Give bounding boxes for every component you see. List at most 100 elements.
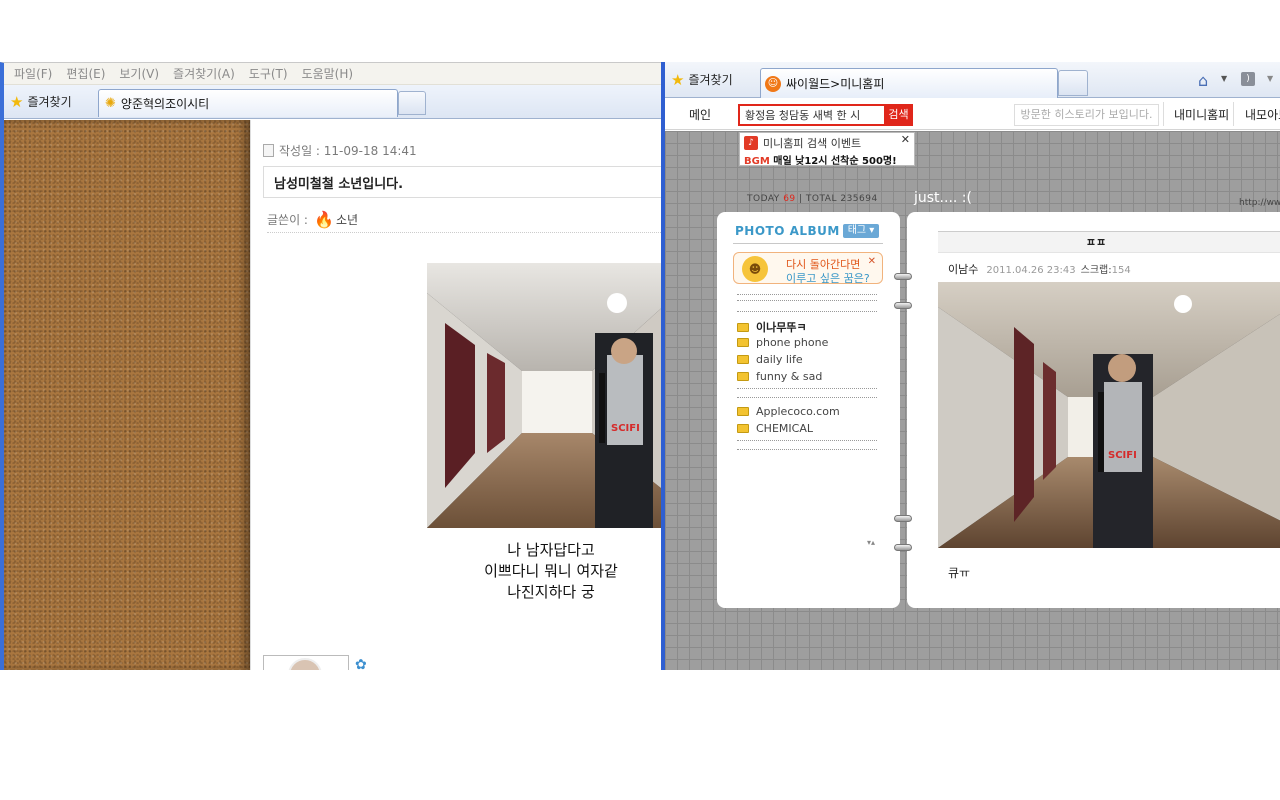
divider bbox=[737, 300, 877, 301]
nav-divider bbox=[1163, 102, 1164, 126]
tab-title: 양준혁의조이시티 bbox=[120, 97, 210, 111]
commenter-avatar-box[interactable] bbox=[263, 655, 349, 670]
menu-edit[interactable]: 편집(E) bbox=[66, 65, 105, 82]
folder-icon bbox=[737, 338, 749, 347]
total-count: 235694 bbox=[840, 194, 878, 204]
close-icon[interactable]: ✕ bbox=[868, 256, 876, 267]
tab-bar: ★ 즐겨찾기 ☺ 싸이월드>미니홈피 ⌂ ▼ ) ▼ bbox=[665, 62, 1280, 98]
folder-label: funny & sad bbox=[756, 370, 823, 383]
folder-label: daily life bbox=[756, 353, 803, 366]
nav-my-minihompy[interactable]: 내미니홈피 bbox=[1174, 106, 1229, 123]
flame-level-icon: 🔥 bbox=[313, 210, 334, 229]
favorites-button[interactable]: ★ 즐겨찾기 bbox=[665, 67, 739, 93]
photo-album-sidebar: PHOTO ALBUM 태그 ▾ ☻ 다시 돌아간다면 이루고 싶은 꿈은? ✕… bbox=[717, 212, 900, 608]
binder-ring bbox=[894, 273, 912, 280]
folder-icon bbox=[737, 407, 749, 416]
post-date: 2011.04.26 23:43 bbox=[986, 265, 1076, 276]
counter-separator: | bbox=[799, 194, 806, 204]
star-icon: ★ bbox=[671, 70, 685, 89]
tab-bar: ★ 즐겨찾기 ✺ 양준혁의조이시티 bbox=[4, 85, 663, 119]
cork-background bbox=[4, 120, 250, 670]
search-button[interactable]: 검색 bbox=[884, 104, 913, 126]
binder-ring bbox=[894, 515, 912, 522]
document-icon bbox=[263, 144, 274, 157]
post-author[interactable]: 이남수 bbox=[948, 261, 978, 277]
divider bbox=[737, 388, 877, 389]
tag-button[interactable]: 태그 ▾ bbox=[843, 224, 879, 238]
photo-post-panel: ㅍㅍ 이남수 2011.04.26 23:43 스크랩: 154 SCIFI 큐… bbox=[907, 212, 1280, 608]
new-tab-button[interactable] bbox=[398, 91, 426, 115]
event-title: ♪ 미니홈피 검색 이벤트 bbox=[744, 135, 910, 151]
folder-icon bbox=[737, 372, 749, 381]
nav-main-link[interactable]: 메인 bbox=[689, 106, 711, 123]
menu-tools[interactable]: 도구(T) bbox=[249, 65, 288, 82]
event-title-text: 미니홈피 검색 이벤트 bbox=[763, 137, 862, 150]
folder-item[interactable]: daily life bbox=[737, 353, 803, 366]
photo-post-title: ㅍㅍ bbox=[938, 231, 1280, 253]
folder-item[interactable]: CHEMICAL bbox=[737, 422, 813, 435]
nav-my-collection[interactable]: 내모아보 bbox=[1245, 106, 1280, 123]
search-event-popup[interactable]: ♪ 미니홈피 검색 이벤트 BGM 매일 낮12시 선착순 500명! ✕ bbox=[739, 132, 915, 167]
chevron-down-icon[interactable]: ▼ bbox=[1267, 74, 1273, 83]
favorites-button[interactable]: ★ 즐겨찾기 bbox=[4, 89, 78, 115]
menu-favorites[interactable]: 즐겨찾기(A) bbox=[173, 65, 235, 82]
divider bbox=[737, 397, 877, 398]
tab-cyworld[interactable]: ☺ 싸이월드>미니홈피 bbox=[760, 68, 1058, 98]
writer-name[interactable]: 소년 bbox=[336, 211, 358, 228]
menu-help[interactable]: 도움말(H) bbox=[302, 65, 354, 82]
divider bbox=[733, 243, 883, 244]
dream-question-banner[interactable]: ☻ 다시 돌아간다면 이루고 싶은 꿈은? ✕ bbox=[733, 252, 883, 285]
today-label: TODAY bbox=[747, 194, 780, 204]
left-page-content: 작성일 : 11-09-18 14:41 남성미철철 소년입니다. 글쓴이 : … bbox=[4, 120, 663, 670]
dream-line-2: 이루고 싶은 꿈은? bbox=[786, 272, 870, 285]
folder-item[interactable]: funny & sad bbox=[737, 370, 822, 383]
level-badge-icon: ✿ bbox=[355, 657, 367, 670]
photo-post-meta: 이남수 2011.04.26 23:43 스크랩: 154 bbox=[948, 261, 1131, 277]
visitor-counter: TODAY 69 | TOTAL 235694 bbox=[747, 194, 878, 204]
left-browser-window: 파일(F) 편집(E) 보기(V) 즐겨찾기(A) 도구(T) 도움말(H) ★… bbox=[0, 62, 663, 670]
folder-item[interactable]: Applecoco.com bbox=[737, 405, 840, 418]
cyworld-top-nav: 메인 검색 방문한 히스토리가 보입니다. 내미니홈피 내모아보 bbox=[665, 98, 1280, 130]
folder-label: Applecoco.com bbox=[756, 405, 840, 418]
search-input[interactable] bbox=[738, 104, 886, 126]
chevron-down-icon[interactable]: ▼ bbox=[1221, 74, 1227, 83]
folder-icon bbox=[737, 424, 749, 433]
home-icon[interactable]: ⌂ bbox=[1198, 71, 1208, 90]
binder-ring bbox=[894, 544, 912, 551]
close-icon[interactable]: ✕ bbox=[901, 133, 910, 146]
divider bbox=[737, 449, 877, 450]
desktop: 파일(F) 편집(E) 보기(V) 즐겨찾기(A) 도구(T) 도움말(H) ★… bbox=[0, 0, 1280, 800]
poem-line-3: 나진지하다 궁 bbox=[507, 583, 595, 601]
rss-feed-icon[interactable]: ) bbox=[1241, 72, 1255, 86]
scrap-count: 154 bbox=[1111, 265, 1131, 276]
nav-divider bbox=[1233, 102, 1234, 126]
folder-item[interactable]: 이나무뚜ㅋ bbox=[737, 319, 807, 335]
visit-history[interactable]: 방문한 히스토리가 보입니다. bbox=[1014, 104, 1159, 126]
board-post: 작성일 : 11-09-18 14:41 남성미철철 소년입니다. 글쓴이 : … bbox=[250, 120, 663, 670]
tab-joycity[interactable]: ✺ 양준혁의조이시티 bbox=[98, 89, 398, 117]
avatar bbox=[288, 658, 322, 670]
divider bbox=[737, 440, 877, 441]
scroll-arrows-icon[interactable]: ▾▴ bbox=[867, 538, 875, 547]
sun-icon: ✺ bbox=[105, 96, 116, 111]
svg-text:SCIFI: SCIFI bbox=[611, 423, 640, 434]
scrap-label: 스크랩: bbox=[1080, 265, 1112, 276]
new-tab-button[interactable] bbox=[1058, 70, 1088, 96]
character-icon: ☻ bbox=[742, 256, 768, 282]
writer-label: 글쓴이 : bbox=[267, 212, 308, 227]
menu-view[interactable]: 보기(V) bbox=[119, 65, 159, 82]
folder-icon bbox=[737, 355, 749, 364]
menu-file[interactable]: 파일(F) bbox=[14, 65, 52, 82]
menu-bar: 파일(F) 편집(E) 보기(V) 즐겨찾기(A) 도구(T) 도움말(H) bbox=[4, 63, 663, 85]
homepage-title: just.... :( bbox=[914, 190, 972, 206]
folder-item[interactable]: phone phone bbox=[737, 336, 828, 349]
favorites-label: 즐겨찾기 bbox=[27, 95, 72, 109]
post-photo: SCIFI bbox=[427, 263, 663, 528]
poem-line-2: 이쁘다니 뭐니 여자같 bbox=[484, 562, 618, 580]
music-note-icon: ♪ bbox=[744, 136, 758, 150]
right-browser-window: ★ 즐겨찾기 ☺ 싸이월드>미니홈피 ⌂ ▼ ) ▼ 메인 검색 방문한 히스토… bbox=[665, 62, 1280, 670]
folder-label: CHEMICAL bbox=[756, 422, 813, 435]
homepage-url[interactable]: http://www bbox=[1239, 198, 1280, 208]
hallway-photo-left: SCIFI bbox=[427, 263, 663, 528]
divider bbox=[737, 294, 877, 295]
